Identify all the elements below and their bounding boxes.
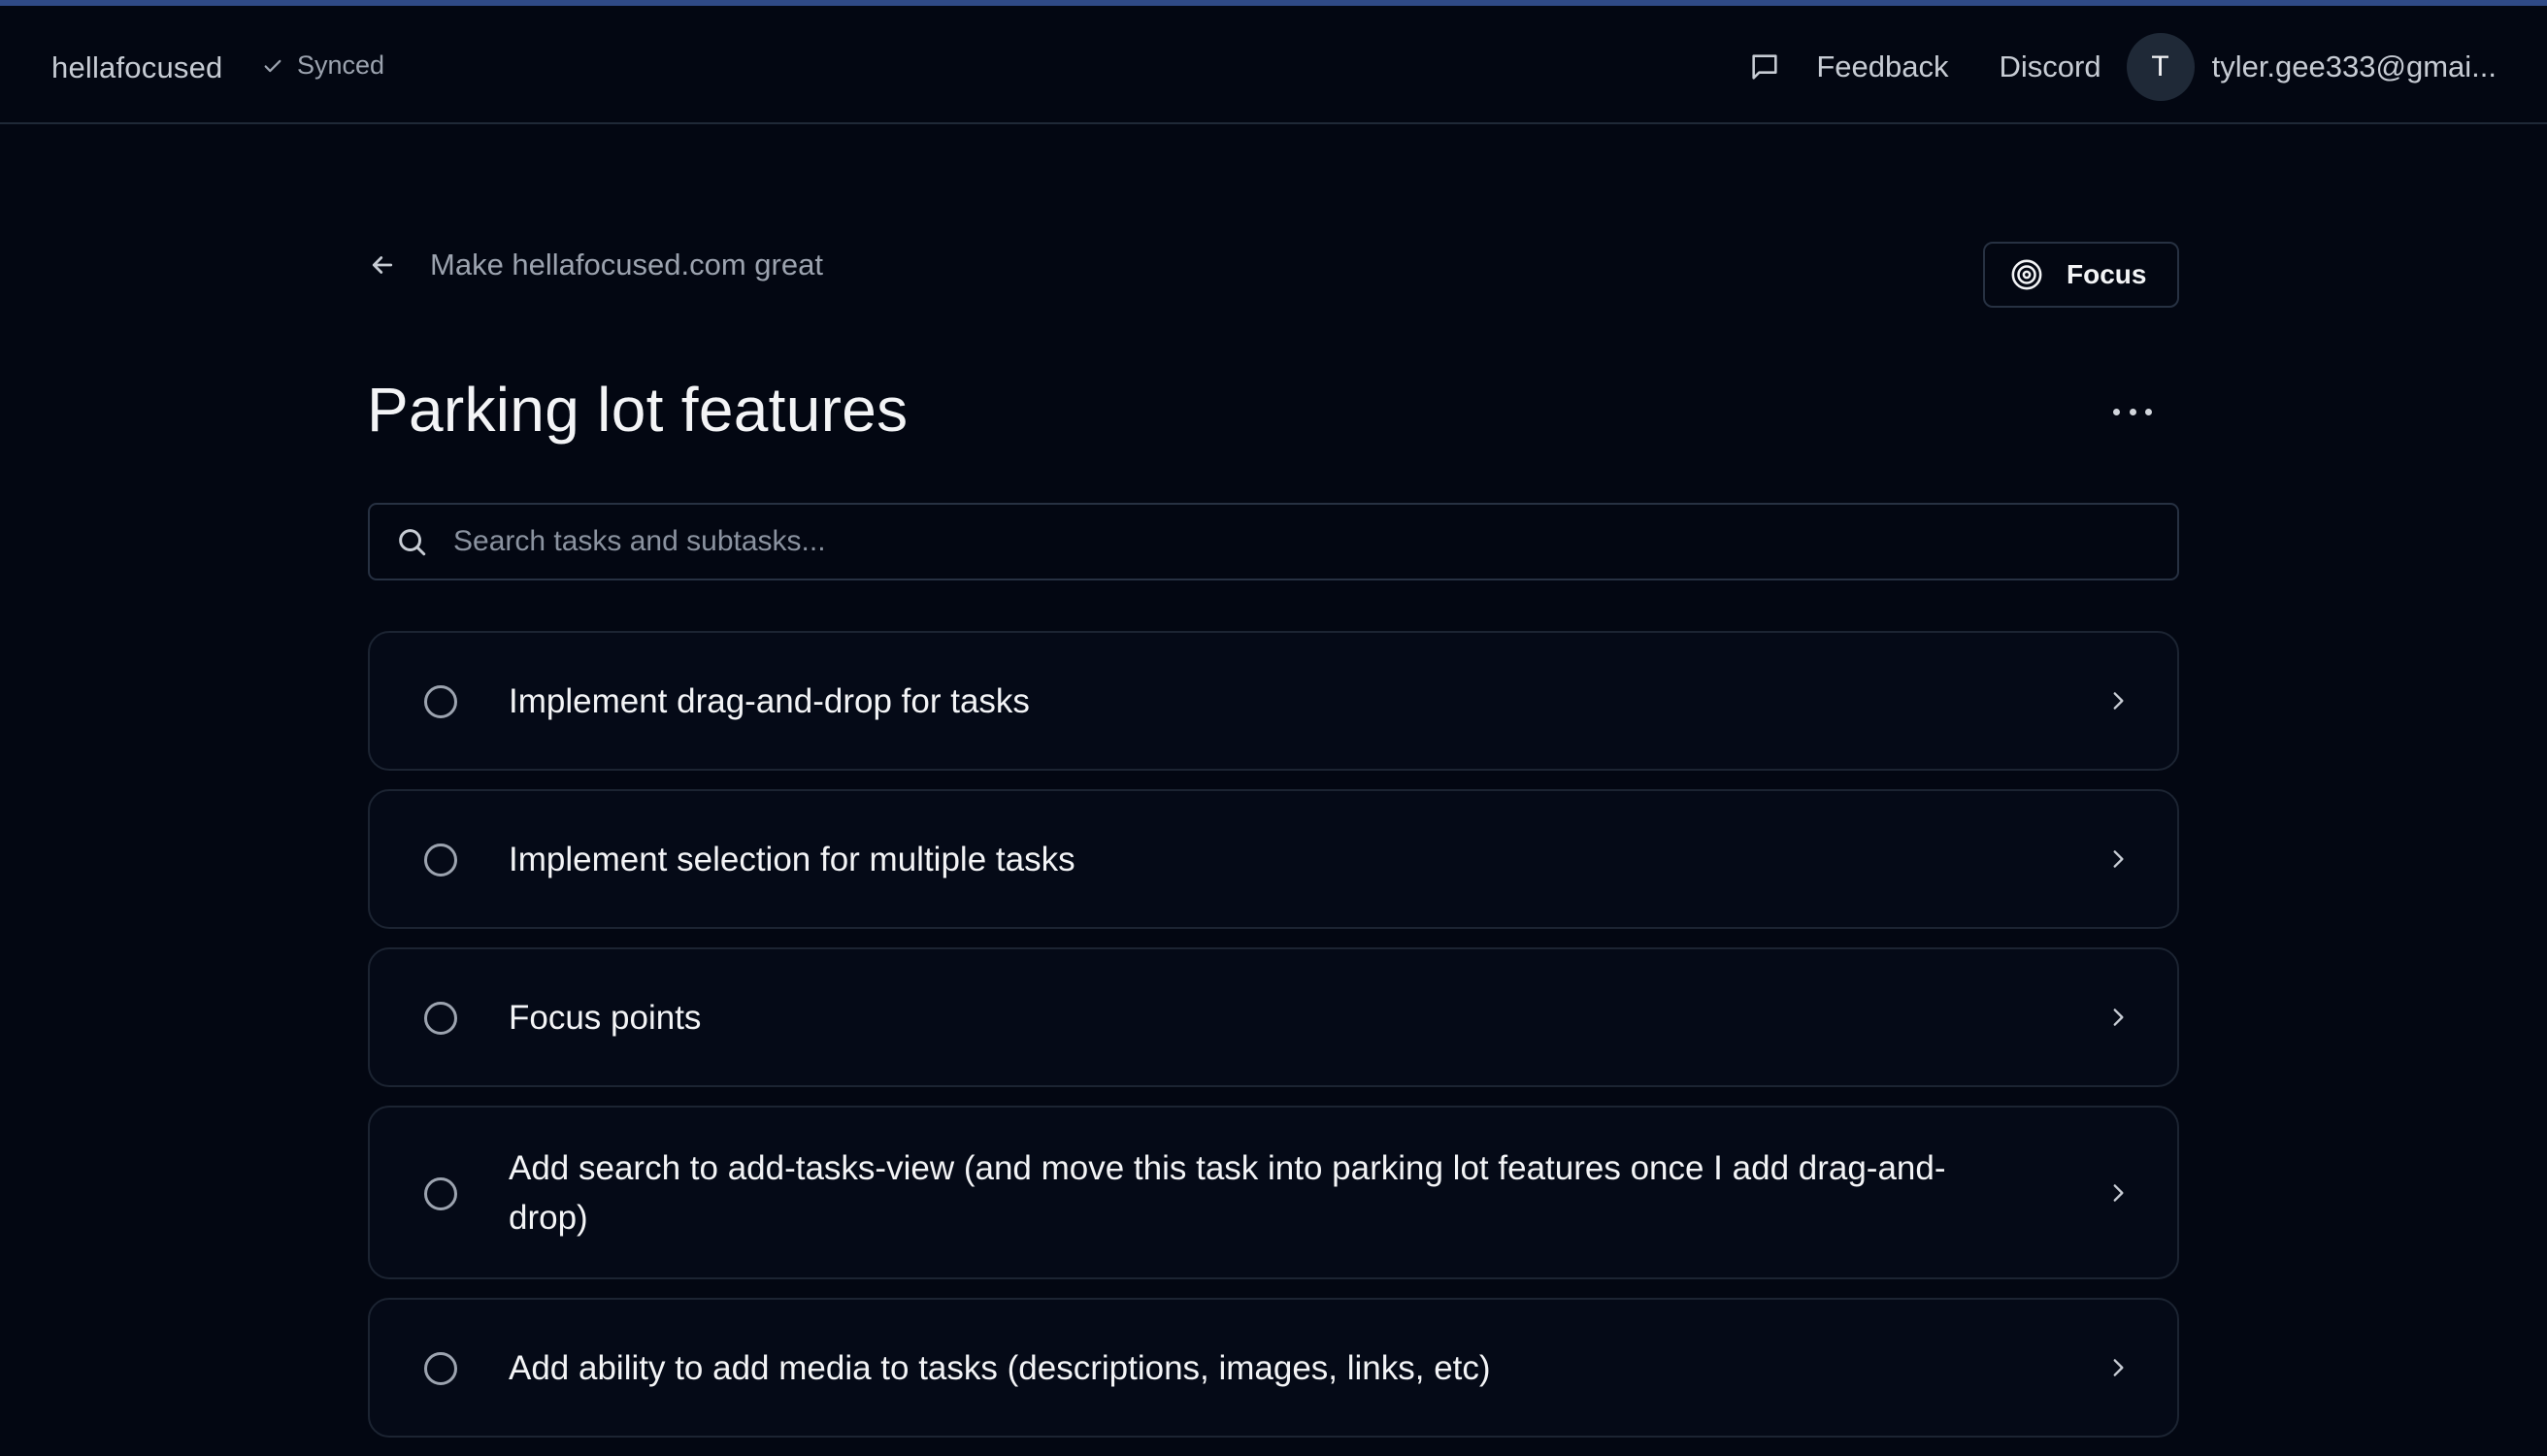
task-list: Implement drag-and-drop for tasks Implem… [368,631,2179,1456]
checkmark-icon [264,59,281,72]
task-item[interactable]: Add ability to add media to tasks (descr… [368,1298,2179,1438]
task-label: Focus points [509,998,702,1037]
chevron-right-icon [2105,846,2131,872]
search-bar [368,503,2179,580]
chevron-right-icon [2105,688,2131,713]
task-label: Implement drag-and-drop for tasks [509,681,1030,720]
breadcrumb-parent-link[interactable]: Make hellafocused.com great [430,248,823,282]
task-checkbox[interactable] [424,1002,457,1035]
message-square-icon[interactable] [1748,50,1781,83]
task-checkbox[interactable] [424,1176,457,1210]
task-checkbox[interactable] [424,844,457,877]
more-options-icon[interactable] [2113,400,2152,423]
sync-status-label: Synced [297,50,385,80]
header-actions: Feedback Discord T tyler.gee333@gmai... [1748,33,2497,101]
search-icon [399,529,426,556]
task-checkbox[interactable] [424,1352,457,1385]
task-item[interactable]: Add search to add-tasks-view (and move t… [368,1106,2179,1279]
user-email[interactable]: tyler.gee333@gmai... [2212,50,2497,84]
task-label: Add ability to add media to tasks (descr… [509,1348,1491,1387]
sync-status: Synced [262,50,384,81]
target-icon [2011,259,2042,290]
chevron-right-icon [2105,1005,2131,1030]
task-checkbox[interactable] [424,685,457,718]
discord-link[interactable]: Discord [1999,50,2100,84]
task-item[interactable]: Implement drag-and-drop for tasks [368,631,2179,771]
back-arrow-icon[interactable] [368,250,397,280]
chevron-right-icon [2105,1180,2131,1206]
breadcrumb: Make hellafocused.com great [368,241,823,289]
focus-button[interactable]: Focus [1983,242,2179,308]
feedback-link[interactable]: Feedback [1816,50,1948,84]
focus-button-label: Focus [2067,259,2147,289]
task-label: Add search to add-tasks-view (and move t… [509,1148,1946,1237]
top-navigation-bar: hellafocused Synced Feedback Discord T t… [0,6,2547,124]
avatar[interactable]: T [2126,33,2195,101]
task-item[interactable]: Focus points [368,947,2179,1087]
chevron-right-icon [2105,1355,2131,1380]
task-item[interactable]: Implement selection for multiple tasks [368,789,2179,929]
page-title: Parking lot features [367,375,909,445]
task-label: Implement selection for multiple tasks [509,840,1075,878]
search-input[interactable] [451,524,2105,559]
app-brand[interactable]: hellafocused [51,50,222,85]
